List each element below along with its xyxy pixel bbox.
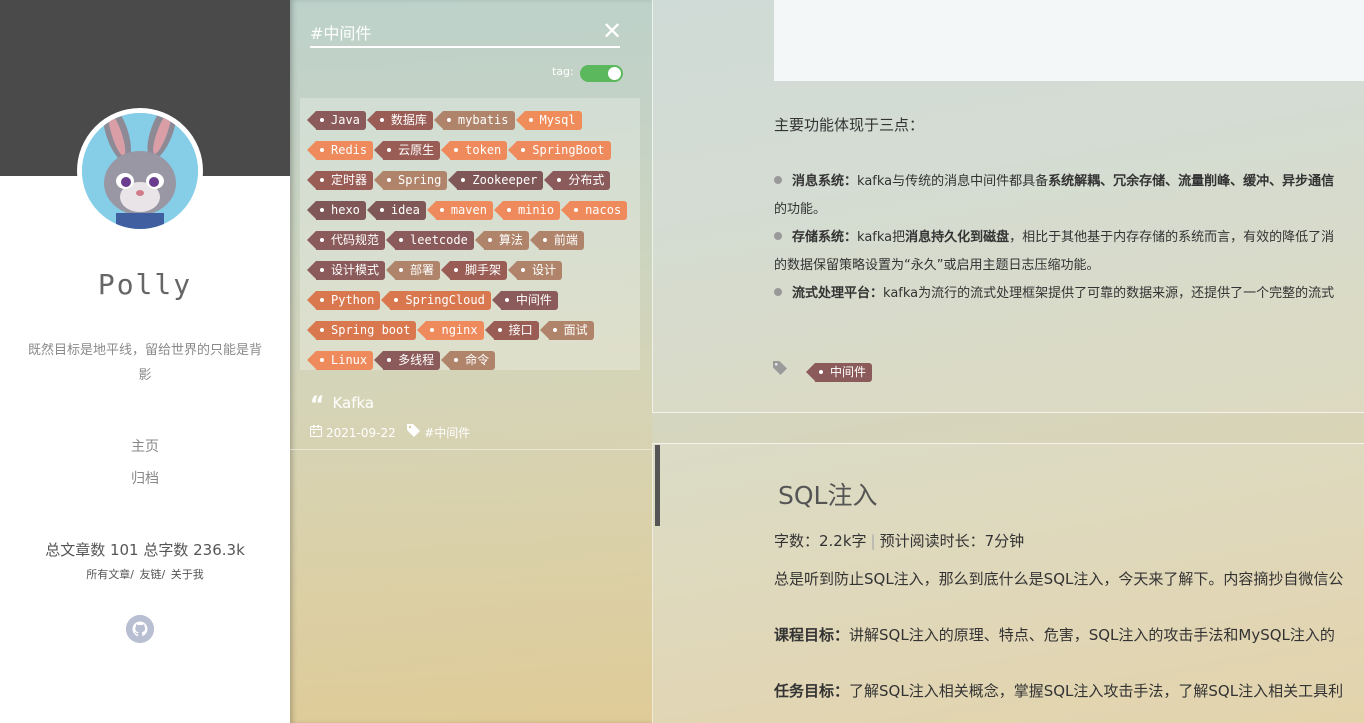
all-posts-link[interactable]: 所有文章/ <box>86 568 134 581</box>
quote-icon: “ <box>310 393 325 418</box>
intro-text: 主要功能体现于三点： <box>774 116 925 134</box>
tag-chip[interactable]: nacos <box>561 201 628 220</box>
tag-chip[interactable]: 脚手架 <box>441 261 508 280</box>
read-time: 预计阅读时长：7分钟 <box>879 532 1025 550</box>
nav-home-link[interactable]: 主页 <box>0 436 290 456</box>
result-date: 2021-09-22 <box>326 426 396 440</box>
tag-chip[interactable]: maven <box>426 201 493 220</box>
tag-chip[interactable]: Java <box>307 111 366 130</box>
bullet-storage: 存储系统：kafka把消息持久化到磁盘，相比于其他基于内存存储的系统而言，有效的… <box>774 226 1334 245</box>
tag-chip[interactable]: 数据库 <box>366 111 433 130</box>
tag-chip[interactable]: 前端 <box>529 231 584 250</box>
tag-cloud: Java 数据库 mybatis Mysql Redis 云原生 token SpringBo… <box>300 98 640 370</box>
tag-chip[interactable]: minio <box>493 201 561 220</box>
tag-chip[interactable]: 多线程 <box>374 351 441 370</box>
tag-chip[interactable]: 分布式 <box>544 171 611 190</box>
post-meta: 字数：2.2k字 | 预计阅读时长：7分钟 <box>774 530 1024 551</box>
calendar-icon <box>310 425 322 440</box>
close-icon[interactable]: ✕ <box>602 19 622 43</box>
sidebar-sub-links: 所有文章/ 友链/ 关于我 <box>0 566 290 582</box>
tag-chip[interactable]: 命令 <box>441 351 496 370</box>
tag-icon <box>407 424 421 440</box>
search-result-item[interactable]: “ Kafka 2021-09-22 #中间件 <box>310 393 640 441</box>
tag-chip[interactable]: 面试 <box>539 321 594 340</box>
task-goal: 任务目标：了解SQL注入相关概念，掌握SQL注入攻击手法，了解SQL注入相关工具… <box>774 682 1344 700</box>
tag-toggle-label: tag: <box>552 65 574 78</box>
course-goal: 课程目标：讲解SQL注入的原理、特点、危害，SQL注入的攻击手法和MySQL注入… <box>774 626 1335 644</box>
friends-link[interactable]: 友链/ <box>140 568 166 581</box>
bullet-messaging-cont: 的功能。 <box>774 202 827 217</box>
tag-chip[interactable]: 云原生 <box>374 141 441 160</box>
tag-chip[interactable]: 部署 <box>386 261 441 280</box>
tag-chip[interactable]: leetcode <box>386 231 474 250</box>
tag-chip[interactable]: Redis <box>306 141 374 160</box>
avatar[interactable] <box>77 108 203 234</box>
tag-icon <box>773 361 787 379</box>
tag-chip[interactable]: 中间件 <box>491 291 558 310</box>
tag-chip[interactable]: Spring boot <box>306 321 417 340</box>
result-title[interactable]: Kafka <box>332 394 374 412</box>
post-tag[interactable]: 中间件 <box>805 361 878 391</box>
bullet-dot <box>774 288 782 296</box>
nav-archive-link[interactable]: 归档 <box>0 468 290 488</box>
code-block <box>774 0 1364 81</box>
tag-chip[interactable]: idea <box>366 201 426 220</box>
tag-chip[interactable]: 代码规范 <box>306 231 386 250</box>
tag-chip[interactable]: token <box>441 141 508 160</box>
tag-chip[interactable]: 算法 <box>474 231 529 250</box>
author-name: Polly <box>97 268 193 301</box>
result-tag[interactable]: #中间件 <box>424 426 470 440</box>
tag-chip[interactable]: Linux <box>306 351 374 370</box>
tag-chip[interactable]: 设计模式 <box>306 261 386 280</box>
profile-sidebar: Polly 既然目标是地平线，留给世界的只能是背影 主页 归档 总文章数 101… <box>0 0 290 723</box>
tag-chip[interactable]: 定时器 <box>306 171 374 190</box>
tag-chip[interactable]: mybatis <box>433 111 515 130</box>
local-search-panel: ✕ tag: Java数据库mybatisMysqlRedis云原生tokenS… <box>290 0 652 723</box>
tag-chip[interactable]: Mysql <box>515 111 582 130</box>
about-link[interactable]: 关于我 <box>171 568 204 581</box>
post-title[interactable]: SQL注入 <box>778 476 877 512</box>
bullet-storage-cont: 的数据保留策略设置为“永久”或启用主题日志压缩功能。 <box>774 258 1100 273</box>
tag-search-toggle[interactable] <box>580 65 623 82</box>
result-divider <box>290 449 652 450</box>
card-accent-bar <box>655 445 660 526</box>
site-stats: 总文章数 101 总字数 236.3k <box>45 541 245 559</box>
tag-chip[interactable]: Python <box>306 291 381 310</box>
tag-chip[interactable]: 接口 <box>484 321 539 340</box>
word-count: 字数：2.2k字 <box>774 532 867 550</box>
bullet-dot <box>774 232 782 240</box>
bullet-dot <box>774 176 782 184</box>
toggle-knob <box>608 67 621 80</box>
tag-chip[interactable]: Spring <box>373 171 448 190</box>
sql-injection-post-card: SQL注入 字数：2.2k字 | 预计阅读时长：7分钟 总是听到防止SQL注入，那么… <box>652 443 1364 723</box>
tag-chip[interactable]: SpringBoot <box>508 141 611 160</box>
tag-chip[interactable]: Zookeeper <box>448 171 544 190</box>
tag-chip[interactable]: SpringCloud <box>381 291 491 310</box>
tag-chip[interactable]: nginx <box>417 321 484 340</box>
post-tag-chip[interactable]: 中间件 <box>805 363 873 382</box>
result-meta: 2021-09-22 #中间件 <box>310 424 640 441</box>
bullet-messaging: 消息系统：kafka与传统的消息中间件都具备系统解耦、冗余存储、流量削峰、缓冲、… <box>774 170 1334 189</box>
github-icon[interactable] <box>126 615 154 643</box>
post-excerpt: 总是听到防止SQL注入，那么到底什么是SQL注入，今天来了解下。内容摘抄自微信公 <box>774 570 1344 588</box>
kafka-post-card: 主要功能体现于三点： 消息系统：kafka与传统的消息中间件都具备系统解耦、冗余… <box>652 0 1364 413</box>
tag-chip[interactable]: 设计 <box>508 261 563 280</box>
search-input[interactable] <box>310 18 620 48</box>
author-motto: 既然目标是地平线，留给世界的只能是背影 <box>27 343 262 383</box>
bullet-streaming: 流式处理平台：kafka为流行的流式处理框架提供了可靠的数据来源，还提供了一个完… <box>774 282 1334 301</box>
tag-chip[interactable]: hexo <box>307 201 366 220</box>
meta-separator: | <box>870 532 876 550</box>
